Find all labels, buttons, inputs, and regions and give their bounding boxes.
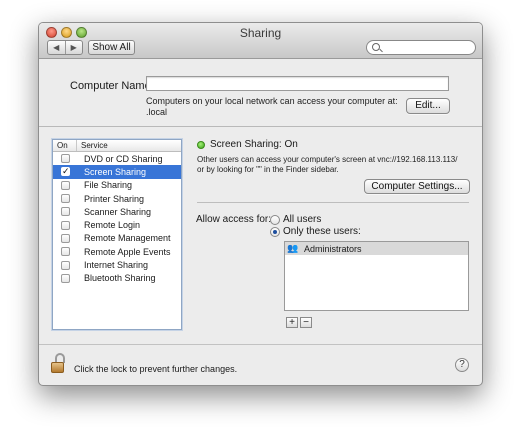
add-user-button[interactable]: + (286, 317, 298, 328)
service-list[interactable]: On Service DVD or CD Sharing ✓ Screen Shar… (52, 139, 182, 330)
radio-button[interactable] (270, 214, 280, 225)
service-label: Remote Login (84, 220, 141, 231)
service-checkbox[interactable] (61, 180, 70, 190)
back-forward-control: ◀ ▶ (47, 40, 83, 55)
group-icon: 👥 (287, 243, 299, 253)
remove-user-button[interactable]: − (300, 317, 312, 328)
radio-all-users-label: All users (283, 214, 322, 225)
divider (39, 344, 482, 345)
forward-icon[interactable]: ▶ (64, 41, 83, 54)
radio-button[interactable] (270, 226, 280, 237)
edit-button[interactable]: Edit... (406, 98, 450, 114)
radio-only-users-label: Only these users: (283, 226, 361, 237)
radio-all-users[interactable]: All users (270, 214, 321, 225)
computer-address-note: Computers on your local network can acce… (146, 96, 398, 118)
service-row[interactable]: Internet Sharing (53, 258, 181, 271)
service-rows: DVD or CD Sharing ✓ Screen Sharing File Sha… (53, 152, 181, 285)
search-icon (372, 43, 380, 51)
allow-access-label: Allow access for: (196, 214, 272, 225)
computer-name-input[interactable] (146, 76, 449, 91)
service-row[interactable]: Scanner Sharing (53, 205, 181, 218)
computer-settings-button[interactable]: Computer Settings... (364, 179, 470, 194)
service-row[interactable]: ✓ Screen Sharing (53, 165, 181, 179)
status-description-line1: Other users can access your computer's s… (197, 155, 458, 164)
service-row[interactable]: Remote Login (53, 218, 181, 231)
computer-address-note-line1: Computers on your local network can acce… (146, 96, 398, 106)
service-label: Scanner Sharing (84, 206, 152, 217)
service-row[interactable]: Remote Management (53, 232, 181, 245)
service-label: Screen Sharing (84, 166, 147, 177)
computer-name-label: Computer Name: (70, 80, 154, 92)
sharing-window: Sharing ◀ ▶ Show All Computer Name: Comp… (38, 22, 483, 386)
service-label: Printer Sharing (84, 193, 145, 204)
service-checkbox[interactable] (61, 207, 70, 217)
service-label: Remote Management (84, 233, 171, 244)
service-row[interactable]: File Sharing (53, 179, 181, 192)
back-icon[interactable]: ◀ (48, 41, 65, 54)
service-label: Remote Apple Events (84, 246, 171, 257)
service-checkbox[interactable] (61, 247, 70, 257)
service-label: Internet Sharing (84, 260, 149, 271)
status-description-line2: or by looking for "" in the Finder sideb… (197, 165, 339, 174)
status-indicator-icon (197, 141, 205, 149)
search-field[interactable] (366, 40, 476, 55)
service-row[interactable]: Bluetooth Sharing (53, 272, 181, 285)
divider (39, 126, 482, 127)
divider (197, 202, 469, 203)
status-description: Other users can access your computer's s… (197, 155, 457, 175)
window-title: Sharing (239, 26, 282, 40)
service-checkbox[interactable] (61, 220, 70, 230)
title-bar: Sharing ◀ ▶ Show All (39, 23, 482, 59)
user-name: Administrators (304, 243, 362, 254)
service-checkbox[interactable] (61, 194, 70, 204)
service-checkbox[interactable] (61, 260, 70, 270)
status-title: Screen Sharing: On (210, 139, 298, 150)
service-label: DVD or CD Sharing (84, 153, 163, 164)
show-all-button[interactable]: Show All (88, 40, 135, 55)
column-header-on[interactable]: On (53, 140, 77, 151)
service-row[interactable]: Remote Apple Events (53, 245, 181, 258)
user-row[interactable]: 👥 Administrators (285, 242, 468, 255)
lock-body (51, 362, 64, 373)
lock-message: Click the lock to prevent further change… (74, 364, 238, 374)
service-checkbox[interactable]: ✓ (61, 167, 70, 177)
service-list-header: On Service (53, 140, 181, 152)
column-header-service[interactable]: Service (77, 140, 108, 151)
service-label: Bluetooth Sharing (84, 273, 156, 284)
service-checkbox[interactable] (61, 233, 70, 243)
service-label: File Sharing (84, 180, 133, 191)
service-row[interactable]: DVD or CD Sharing (53, 152, 181, 165)
help-button[interactable]: ? (455, 358, 469, 372)
service-row[interactable]: Printer Sharing (53, 192, 181, 205)
service-checkbox[interactable] (61, 154, 70, 164)
lock-icon[interactable] (49, 353, 67, 375)
radio-only-these-users[interactable]: Only these users: (270, 226, 361, 237)
service-checkbox[interactable] (61, 273, 70, 283)
allowed-users-list[interactable]: 👥 Administrators (284, 241, 469, 311)
computer-address-note-line2: .local (146, 107, 168, 117)
